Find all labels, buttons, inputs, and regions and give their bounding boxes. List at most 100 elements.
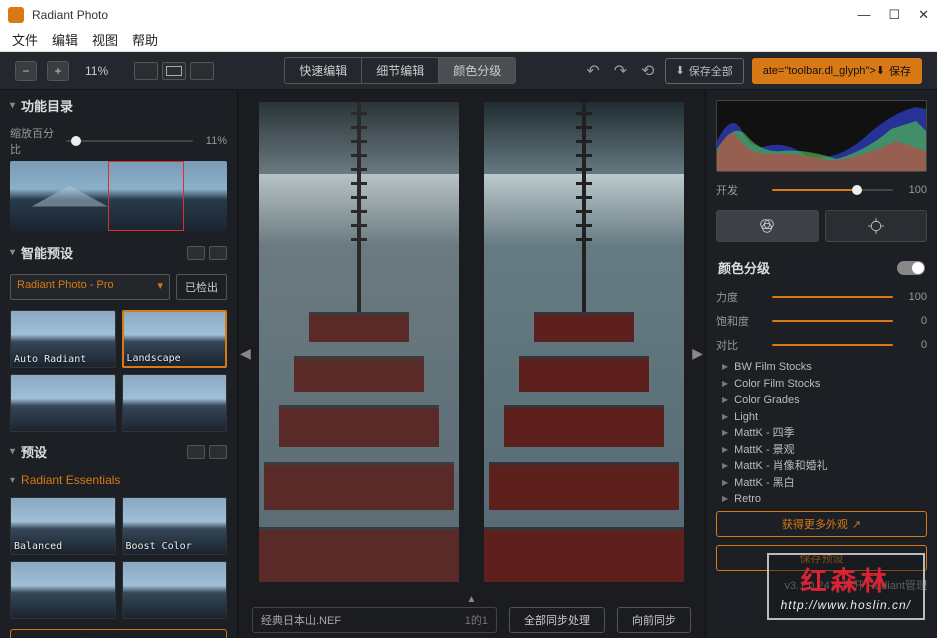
preset-thumb[interactable] <box>122 561 228 619</box>
tab-quick-edit[interactable]: 快速编辑 <box>285 58 362 83</box>
minimize-button[interactable]: — <box>857 7 870 23</box>
caret-down-icon: ▾ <box>10 247 15 258</box>
view-compare-button[interactable] <box>190 62 214 80</box>
caret-right-icon: ▶ <box>722 444 728 456</box>
look-list: ▶BW Film Stocks▶Color Film Stocks▶Color … <box>706 357 937 507</box>
view-split-button[interactable] <box>162 62 186 80</box>
caret-right-icon: ▶ <box>722 477 728 489</box>
history-controls: ↶ ↷ ⟲ <box>586 61 654 81</box>
sync-all-button[interactable]: 全部同步处理 <box>509 607 605 633</box>
navigator-selection[interactable] <box>108 161 184 231</box>
caret-right-icon: ▶ <box>722 361 728 373</box>
preset-balanced[interactable]: Balanced <box>10 497 116 555</box>
image-viewer: ◀ ▶ ▲ 经典日本山.NEF1的1 全部同步处理 向前同步 <box>238 90 705 638</box>
color-grade-toggle[interactable] <box>897 261 925 275</box>
caret-right-icon: ▶ <box>722 493 728 505</box>
get-more-presets-button[interactable]: 获得更多预设 ↗ <box>10 629 227 638</box>
preset-pack-dropdown[interactable]: Radiant Photo - Pro▾ <box>10 274 170 300</box>
menu-file[interactable]: 文件 <box>12 30 38 51</box>
contrast-slider[interactable] <box>772 339 893 351</box>
preset-landscape[interactable]: Landscape <box>122 310 228 368</box>
grid-view-icon[interactable] <box>187 445 205 459</box>
redo-button[interactable]: ↷ <box>614 61 627 81</box>
titlebar: Radiant Photo — ☐ ✕ <box>0 0 937 30</box>
grid-view-icon[interactable] <box>187 246 205 260</box>
sync-current-button[interactable]: 向前同步 <box>617 607 691 633</box>
list-view-icon[interactable] <box>209 246 227 260</box>
edit-mode-tabs: 快速编辑 细节编辑 颜色分级 <box>284 57 516 84</box>
look-item[interactable]: ▶Light <box>722 409 933 426</box>
presets-header[interactable]: ▾ 预设 <box>0 436 237 467</box>
get-more-looks-button[interactable]: 获得更多外观↗ <box>716 511 927 537</box>
look-item[interactable]: ▶MattK - 肖像和婚礼 <box>722 458 933 475</box>
watermark: 红森林 http://www.hoslin.cn/ <box>767 553 925 620</box>
window-title: Radiant Photo <box>32 8 108 22</box>
view-mode-buttons <box>134 62 214 80</box>
preset-boost-color[interactable]: Boost Color <box>122 497 228 555</box>
reset-button[interactable]: ⟲ <box>641 61 654 81</box>
filmstrip-toggle[interactable]: ▲ <box>467 594 477 605</box>
caret-down-icon: ▾ <box>10 100 15 111</box>
tab-color-grade[interactable]: 颜色分级 <box>439 58 515 83</box>
menu-edit[interactable]: 编辑 <box>52 30 78 51</box>
left-panel: ▾ 功能目录 缩放百分比 11% ▾ 智能预设 Radi <box>0 90 238 638</box>
caret-down-icon: ▾ <box>10 475 15 486</box>
list-view-icon[interactable] <box>209 445 227 459</box>
catalog-header[interactable]: ▾ 功能目录 <box>0 90 237 121</box>
undo-button[interactable]: ↶ <box>586 61 599 81</box>
color-grade-title: 颜色分级 <box>718 258 770 277</box>
zoom-value: 11% <box>85 64 108 78</box>
mode-color-button[interactable] <box>716 210 819 242</box>
preset-thumb[interactable] <box>10 561 116 619</box>
menu-help[interactable]: 帮助 <box>132 30 158 51</box>
checkout-button[interactable]: 已检出 <box>176 274 227 300</box>
caret-right-icon: ▶ <box>722 460 728 472</box>
zoom-ratio-slider[interactable] <box>66 135 193 147</box>
look-item[interactable]: ▶MattK - 四季 <box>722 425 933 442</box>
look-item[interactable]: ▶Color Film Stocks <box>722 376 933 393</box>
develop-label: 开发 <box>716 182 764 198</box>
essentials-subheader[interactable]: ▾Radiant Essentials <box>0 467 237 493</box>
caret-down-icon: ▾ <box>10 446 15 457</box>
look-item[interactable]: ▶Retro <box>722 491 933 507</box>
app-logo-icon <box>8 7 24 23</box>
caret-right-icon: ▶ <box>722 378 728 390</box>
preset-thumb[interactable] <box>122 374 228 432</box>
toolbar: − + 11% 快速编辑 细节编辑 颜色分级 ↶ ↷ ⟲ ⬇保存全部 ate="… <box>0 52 937 90</box>
look-item[interactable]: ▶MattK - 景观 <box>722 442 933 459</box>
mode-target-button[interactable] <box>825 210 928 242</box>
develop-slider[interactable] <box>772 184 893 196</box>
save-buttons: ⬇保存全部 ate="toolbar.dl_glyph">⬇保存 <box>665 58 922 84</box>
close-button[interactable]: ✕ <box>918 7 929 23</box>
menubar: 文件 编辑 视图 帮助 <box>0 30 937 52</box>
look-item[interactable]: ▶BW Film Stocks <box>722 359 933 376</box>
preview-after[interactable] <box>472 102 698 582</box>
filename-display[interactable]: 经典日本山.NEF1的1 <box>252 607 497 633</box>
caret-right-icon: ▶ <box>722 411 728 423</box>
histogram[interactable] <box>716 100 927 172</box>
preview-before[interactable] <box>246 102 472 582</box>
maximize-button[interactable]: ☐ <box>888 7 900 23</box>
window-controls: — ☐ ✕ <box>857 7 929 23</box>
save-all-button[interactable]: ⬇保存全部 <box>665 58 744 84</box>
look-item[interactable]: ▶MattK - 黑白 <box>722 475 933 492</box>
caret-right-icon: ▶ <box>722 427 728 439</box>
tab-detail-edit[interactable]: 细节编辑 <box>362 58 439 83</box>
preset-thumb[interactable] <box>10 374 116 432</box>
external-link-icon: ↗ <box>852 518 861 531</box>
zoom-ratio-row: 缩放百分比 11% <box>0 121 237 161</box>
preset-auto-radiant[interactable]: Auto Radiant <box>10 310 116 368</box>
zoom-out-button[interactable]: − <box>15 61 37 81</box>
menu-view[interactable]: 视图 <box>92 30 118 51</box>
smart-presets-header[interactable]: ▾ 智能预设 <box>0 237 237 268</box>
view-single-button[interactable] <box>134 62 158 80</box>
zoom-in-button[interactable]: + <box>47 61 69 81</box>
prev-image-button[interactable]: ◀ <box>238 337 253 370</box>
next-image-button[interactable]: ▶ <box>690 337 705 370</box>
look-item[interactable]: ▶Color Grades <box>722 392 933 409</box>
strength-slider[interactable] <box>772 291 893 303</box>
saturation-slider[interactable] <box>772 315 893 327</box>
save-button[interactable]: ate="toolbar.dl_glyph">⬇保存 <box>752 58 922 84</box>
caret-right-icon: ▶ <box>722 394 728 406</box>
navigator-thumbnail[interactable] <box>10 161 227 231</box>
